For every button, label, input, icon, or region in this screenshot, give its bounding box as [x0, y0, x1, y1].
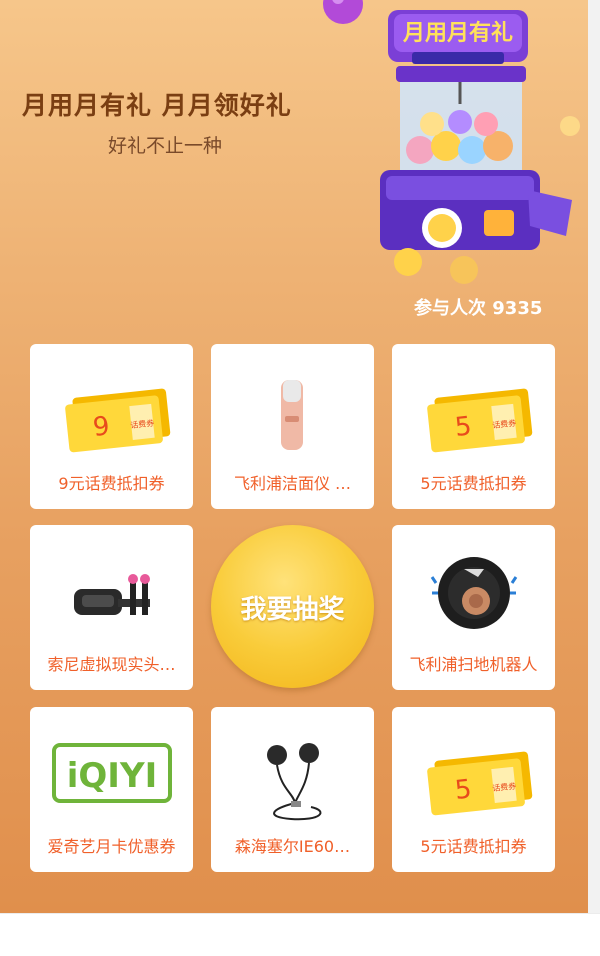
iqiyi-logo: iQIYI	[52, 743, 172, 803]
svg-text:9: 9	[92, 411, 112, 443]
prize-card-1[interactable]: 9 话费券 9元话费抵扣券	[30, 344, 193, 509]
prize-label: 5元话费抵扣券	[420, 474, 527, 493]
earphones-icon	[267, 743, 322, 821]
scrollbar-track[interactable]	[588, 0, 600, 955]
prize-label: 9元话费抵扣券	[58, 474, 165, 493]
bottom-bar	[0, 913, 600, 956]
robot-vacuum-icon	[430, 557, 518, 629]
svg-text:5: 5	[454, 411, 474, 443]
prize-card-7[interactable]: 森海塞尔IE60…	[211, 707, 374, 872]
participant-count: 参与人次 9335	[414, 298, 543, 319]
prize-card-8[interactable]: 5 话费券 5元话费抵扣券	[392, 707, 555, 872]
page-headline: 月用月有礼 月月领好礼	[22, 91, 292, 120]
coupon-icon: 9 话费券	[65, 388, 171, 453]
machine-sign-text: 月用月有礼	[402, 20, 513, 46]
prize-label: 索尼虚拟现实头…	[47, 655, 176, 674]
page-subheadline: 好礼不止一种	[108, 135, 223, 157]
prize-card-4[interactable]: 索尼虚拟现实头…	[30, 525, 193, 690]
vr-headset-icon	[74, 574, 150, 615]
prize-label: 飞利浦洁面仪 …	[233, 474, 352, 493]
prize-card-2[interactable]: 飞利浦洁面仪 …	[211, 344, 374, 509]
lottery-page: 月用月有礼 月月领好礼 好礼不止一种 月用月有礼 参与人次 9335 9 话费券…	[0, 0, 588, 913]
prize-card-5[interactable]: 飞利浦扫地机器人	[392, 525, 555, 690]
coupon-icon: 5 话费券	[427, 388, 533, 453]
draw-button-label: 我要抽奖	[240, 595, 345, 625]
svg-text:5: 5	[454, 774, 474, 806]
prize-card-3[interactable]: 5 话费券 5元话费抵扣券	[392, 344, 555, 509]
prize-label: 飞利浦扫地机器人	[409, 655, 538, 674]
svg-text:iQIYI: iQIYI	[67, 756, 157, 796]
prize-label: 爱奇艺月卡优惠券	[47, 837, 176, 856]
coupon-icon: 5 话费券	[427, 751, 533, 816]
face-cleanser-icon	[281, 380, 303, 450]
prize-label: 森海塞尔IE60…	[234, 837, 351, 856]
draw-button[interactable]: 我要抽奖	[211, 525, 374, 688]
prize-label: 5元话费抵扣券	[420, 837, 527, 856]
prize-card-6[interactable]: iQIYI 爱奇艺月卡优惠券	[30, 707, 193, 872]
claw-machine-illustration: 月用月有礼	[380, 10, 580, 284]
